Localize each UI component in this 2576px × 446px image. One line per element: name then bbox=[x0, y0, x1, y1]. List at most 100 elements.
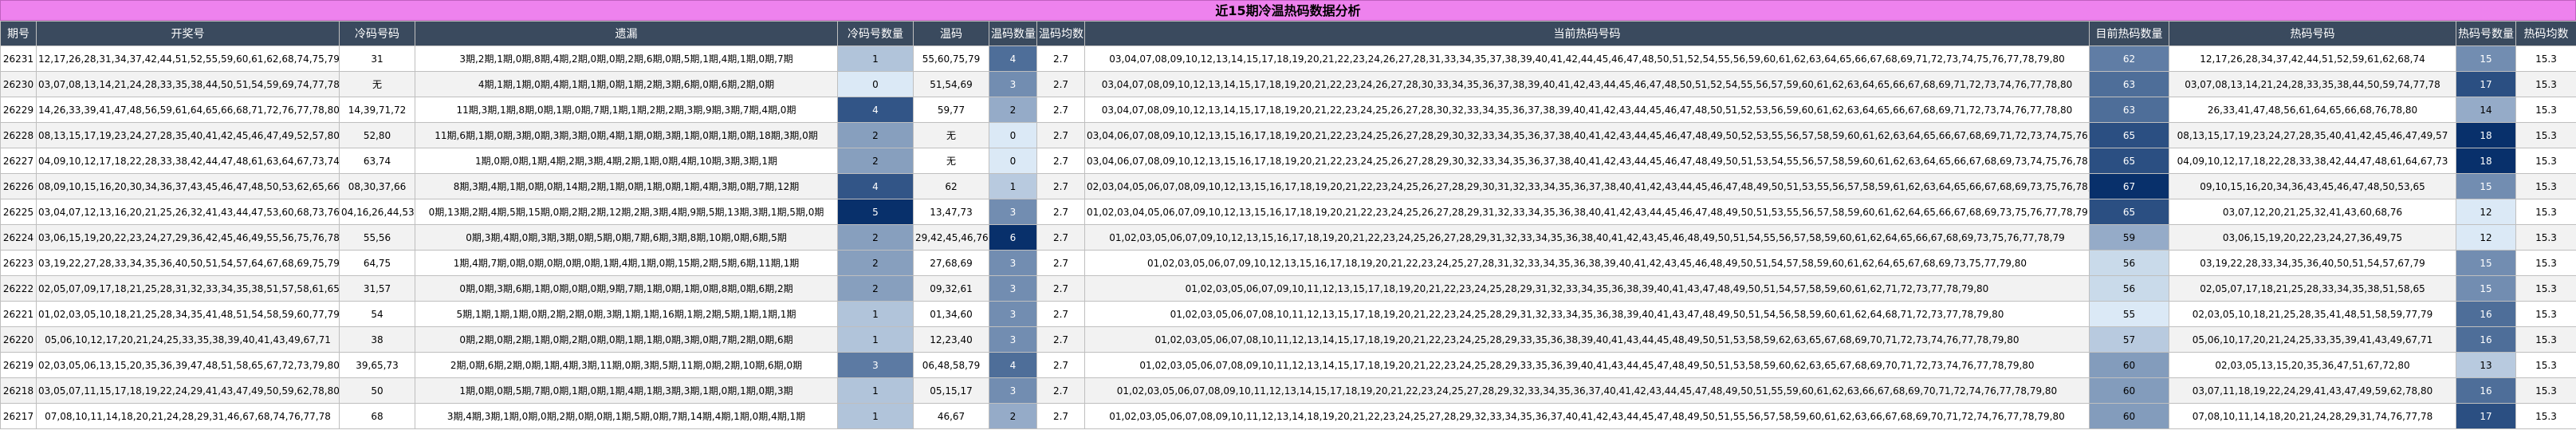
col-issue-cell: 26217 bbox=[0, 403, 37, 429]
col-hot-avg-cell: 15.3 bbox=[2515, 173, 2576, 199]
col-warm-avg-cell: 2.7 bbox=[1036, 403, 1085, 429]
table-row: 26221 01,02,03,05,10,18,21,25,28,34,35,41… bbox=[0, 301, 2576, 327]
table-body: 26231 12,17,26,28,31,34,37,42,44,51,52,55… bbox=[0, 45, 2576, 429]
col-hot-count-cell: 18 bbox=[2456, 122, 2516, 148]
col-cold-numbers-cell: 54 bbox=[339, 301, 415, 327]
col-warm-count-cell: 3 bbox=[989, 199, 1037, 225]
col-current-hot-cell: 03,04,06,07,08,09,10,12,13,15,16,17,18,1… bbox=[1084, 122, 2090, 148]
col-warm-numbers-cell: 29,42,45,46,76,78 bbox=[913, 224, 989, 251]
table-row: 26219 02,03,05,06,13,15,20,35,36,39,47,48… bbox=[0, 352, 2576, 378]
col-hot-numbers-cell: 03,07,12,20,21,25,32,41,43,60,68,76 bbox=[2169, 199, 2456, 225]
col-current-hot-cell: 03,04,07,08,09,10,12,13,14,15,17,18,19,2… bbox=[1084, 45, 2090, 72]
col-current-hot-header: 当前热码号码 bbox=[1084, 21, 2090, 46]
col-warm-numbers-cell: 13,47,73 bbox=[913, 199, 989, 225]
col-warm-count-cell: 6 bbox=[989, 224, 1037, 251]
col-current-hot-cell: 01,02,03,05,06,07,08,09,10,11,12,13,14,1… bbox=[1084, 352, 2090, 378]
col-hot-avg-cell: 15.3 bbox=[2515, 275, 2576, 302]
col-current-hot-cell: 01,02,03,05,06,07,08,10,11,12,13,14,15,1… bbox=[1084, 326, 2090, 353]
col-omission-cell: 2期,0期,6期,2期,0期,1期,4期,3期,11期,0期,3期,5期,11期… bbox=[415, 352, 838, 378]
col-issue-cell: 26220 bbox=[0, 326, 37, 353]
col-warm-numbers-cell: 51,54,69 bbox=[913, 71, 989, 97]
col-omission-cell: 1期,4期,7期,0期,0期,0期,0期,0期,1期,4期,1期,0期,15期,… bbox=[415, 250, 838, 276]
col-warm-count-cell: 3 bbox=[989, 377, 1037, 404]
col-draw-numbers-cell: 03,19,22,27,28,33,34,35,36,40,50,51,54,5… bbox=[36, 250, 340, 276]
col-draw-numbers-cell: 14,26,33,39,41,47,48,56,59,61,64,65,66,6… bbox=[36, 97, 340, 123]
col-warm-avg-cell: 2.7 bbox=[1036, 148, 1085, 174]
col-cold-numbers-cell: 04,16,26,44,53 bbox=[339, 199, 415, 225]
col-hot-numbers-cell: 07,08,10,11,14,18,20,21,24,28,29,31,74,7… bbox=[2169, 403, 2456, 429]
col-warm-avg-cell: 2.7 bbox=[1036, 122, 1085, 148]
col-draw-numbers-cell: 04,09,10,12,17,18,22,28,33,38,42,44,47,4… bbox=[36, 148, 340, 174]
col-current-hot-count-cell: 63 bbox=[2089, 71, 2169, 97]
col-issue-cell: 26224 bbox=[0, 224, 37, 251]
col-current-hot-count-cell: 57 bbox=[2089, 326, 2169, 353]
col-warm-numbers-cell: 无 bbox=[913, 122, 989, 148]
col-cold-numbers-cell: 08,30,37,66 bbox=[339, 173, 415, 199]
col-warm-numbers-cell: 55,60,75,79 bbox=[913, 45, 989, 72]
col-omission-cell: 11期,3期,1期,8期,0期,1期,0期,7期,1期,1期,2期,2期,3期,… bbox=[415, 97, 838, 123]
col-current-hot-count-cell: 63 bbox=[2089, 97, 2169, 123]
col-warm-avg-cell: 2.7 bbox=[1036, 71, 1085, 97]
col-current-hot-count-cell: 65 bbox=[2089, 199, 2169, 225]
col-cold-count-cell: 1 bbox=[837, 45, 914, 72]
col-cold-count-cell: 2 bbox=[837, 250, 914, 276]
col-warm-numbers-cell: 59,77 bbox=[913, 97, 989, 123]
col-current-hot-count-cell: 67 bbox=[2089, 173, 2169, 199]
col-draw-numbers-header: 开奖号 bbox=[36, 21, 340, 46]
col-warm-count-cell: 3 bbox=[989, 275, 1037, 302]
col-current-hot-cell: 01,02,03,05,06,07,09,10,12,13,15,16,17,1… bbox=[1084, 250, 2090, 276]
col-current-hot-count-cell: 55 bbox=[2089, 301, 2169, 327]
col-cold-numbers-cell: 55,56 bbox=[339, 224, 415, 251]
col-cold-count-cell: 5 bbox=[837, 199, 914, 225]
col-omission-cell: 3期,4期,3期,1期,0期,0期,2期,0期,0期,1期,5期,0期,7期,1… bbox=[415, 403, 838, 429]
col-warm-count-cell: 3 bbox=[989, 326, 1037, 353]
col-draw-numbers-cell: 02,03,05,06,13,15,20,35,36,39,47,48,51,5… bbox=[36, 352, 340, 378]
col-warm-numbers-header: 温码 bbox=[913, 21, 989, 46]
col-hot-count-cell: 15 bbox=[2456, 45, 2516, 72]
col-cold-numbers-cell: 63,74 bbox=[339, 148, 415, 174]
table-row: 26231 12,17,26,28,31,34,37,42,44,51,52,55… bbox=[0, 45, 2576, 72]
col-draw-numbers-cell: 02,05,07,09,17,18,21,25,28,31,32,33,34,3… bbox=[36, 275, 340, 302]
col-omission-cell: 0期,2期,0期,2期,1期,0期,2期,0期,0期,1期,1期,0期,3期,0… bbox=[415, 326, 838, 353]
col-warm-avg-cell: 2.7 bbox=[1036, 377, 1085, 404]
col-warm-count-cell: 2 bbox=[989, 403, 1037, 429]
table-row: 26222 02,05,07,09,17,18,21,25,28,31,32,33… bbox=[0, 275, 2576, 302]
col-draw-numbers-cell: 03,06,15,19,20,22,23,24,27,29,36,42,45,4… bbox=[36, 224, 340, 251]
col-issue-cell: 26228 bbox=[0, 122, 37, 148]
col-cold-numbers-header: 冷码号码 bbox=[339, 21, 415, 46]
col-omission-cell: 0期,3期,4期,0期,3期,3期,0期,5期,0期,7期,6期,3期,8期,1… bbox=[415, 224, 838, 251]
col-warm-count-cell: 3 bbox=[989, 301, 1037, 327]
col-draw-numbers-cell: 12,17,26,28,31,34,37,42,44,51,52,55,59,6… bbox=[36, 45, 340, 72]
col-warm-numbers-cell: 27,68,69 bbox=[913, 250, 989, 276]
table-row: 26218 03,05,07,11,15,17,18,19,22,24,29,41… bbox=[0, 377, 2576, 404]
col-cold-count-cell: 3 bbox=[837, 352, 914, 378]
col-warm-numbers-cell: 无 bbox=[913, 148, 989, 174]
col-issue-cell: 26218 bbox=[0, 377, 37, 404]
col-current-hot-cell: 03,04,07,08,09,10,12,13,14,15,17,18,19,2… bbox=[1084, 71, 2090, 97]
col-cold-numbers-cell: 38 bbox=[339, 326, 415, 353]
col-current-hot-cell: 01,02,03,05,06,07,09,10,11,12,13,15,17,1… bbox=[1084, 275, 2090, 302]
table-row: 26225 03,04,07,12,13,16,20,21,25,26,32,41… bbox=[0, 199, 2576, 225]
col-current-hot-cell: 03,04,07,08,09,10,12,13,14,15,17,18,19,2… bbox=[1084, 97, 2090, 123]
col-hot-numbers-cell: 03,07,08,13,14,21,24,28,33,35,38,44,50,5… bbox=[2169, 71, 2456, 97]
col-issue-cell: 26223 bbox=[0, 250, 37, 276]
col-current-hot-cell: 01,02,03,05,06,07,08,09,10,11,12,13,14,1… bbox=[1084, 377, 2090, 404]
col-omission-cell: 0期,13期,2期,4期,5期,15期,0期,2期,2期,12期,2期,3期,4… bbox=[415, 199, 838, 225]
col-draw-numbers-cell: 07,08,10,11,14,18,20,21,24,28,29,31,46,6… bbox=[36, 403, 340, 429]
table-row: 26224 03,06,15,19,20,22,23,24,27,29,36,42… bbox=[0, 224, 2576, 251]
col-cold-count-cell: 1 bbox=[837, 326, 914, 353]
col-draw-numbers-cell: 03,05,07,11,15,17,18,19,22,24,29,41,43,4… bbox=[36, 377, 340, 404]
data-table: 期号 开奖号 冷码号码 遗漏 冷码号数量 温码 温码数量 温码均数 当前热码号码 目前热码数量 热码… bbox=[0, 21, 2576, 429]
col-hot-avg-cell: 15.3 bbox=[2515, 326, 2576, 353]
col-cold-numbers-cell: 39,65,73 bbox=[339, 352, 415, 378]
col-current-hot-cell: 01,02,03,05,06,07,08,10,11,12,13,15,17,1… bbox=[1084, 301, 2090, 327]
col-hot-numbers-cell: 02,03,05,13,15,20,35,36,47,51,67,72,80 bbox=[2169, 352, 2456, 378]
col-draw-numbers-cell: 05,06,10,12,17,20,21,24,25,33,35,38,39,4… bbox=[36, 326, 340, 353]
col-hot-avg-cell: 15.3 bbox=[2515, 71, 2576, 97]
col-warm-avg-cell: 2.7 bbox=[1036, 199, 1085, 225]
col-hot-count-cell: 15 bbox=[2456, 173, 2516, 199]
col-cold-numbers-cell: 14,39,71,72 bbox=[339, 97, 415, 123]
col-warm-numbers-cell: 46,67 bbox=[913, 403, 989, 429]
col-warm-count-cell: 4 bbox=[989, 352, 1037, 378]
col-hot-numbers-cell: 09,10,15,16,20,34,36,43,45,46,47,48,50,5… bbox=[2169, 173, 2456, 199]
